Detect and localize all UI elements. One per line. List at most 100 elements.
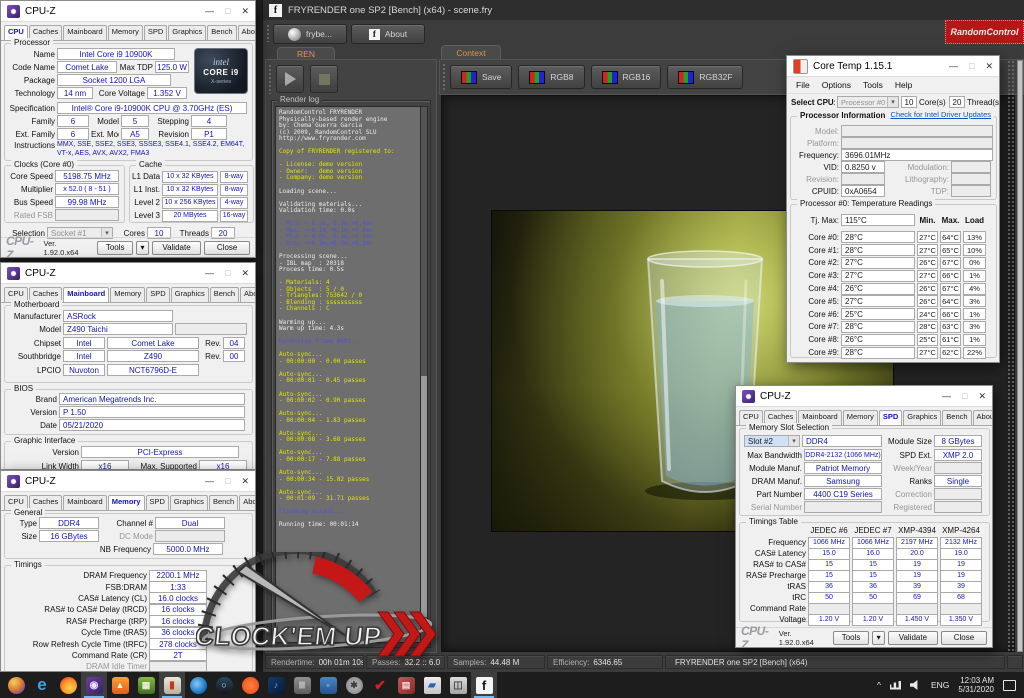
edge-icon[interactable]: e (29, 672, 55, 698)
music-app-icon[interactable]: ♪ (263, 672, 289, 698)
tools-button[interactable]: Tools (833, 631, 870, 645)
close-button[interactable]: ✕ (985, 61, 993, 72)
blue-tile-app-icon[interactable]: ▰ (419, 672, 445, 698)
cpuz-tab[interactable]: About (240, 287, 256, 302)
cpuz-tab[interactable]: SPD (146, 287, 169, 302)
tools-button[interactable]: Tools (97, 241, 133, 255)
close-button[interactable]: ✕ (241, 476, 249, 487)
about-button[interactable]: f About (351, 24, 425, 44)
minimize-button[interactable]: — (205, 6, 214, 16)
tools-dropdown-arrow[interactable]: ▾ (136, 241, 148, 255)
clock[interactable]: 12:03 AM 5/31/2020 (958, 676, 994, 694)
maximize-button[interactable]: □ (969, 61, 974, 71)
cpuz-tab[interactable]: Graphics (168, 25, 206, 40)
frybench-button[interactable]: frybe... (273, 24, 347, 44)
cpuz-tab[interactable]: Memory (108, 495, 145, 510)
cpuz-tab[interactable]: Mainboard (63, 25, 106, 40)
maximize-button[interactable]: □ (225, 476, 230, 486)
cpuz-tab[interactable]: Bench (942, 410, 971, 425)
driver-updates-link[interactable]: Check for Intel Driver Updates (888, 110, 994, 119)
gpuz-icon[interactable]: ▦ (133, 672, 159, 698)
title-bar[interactable]: CPU-Z —□✕ (736, 386, 992, 407)
cpuz-tab[interactable]: Bench (207, 25, 236, 40)
paint-app-icon[interactable] (3, 672, 29, 698)
cpuz-tab[interactable]: Memory (843, 410, 878, 425)
cpuz-tab[interactable]: SPD (146, 495, 169, 510)
context-drag-handle[interactable] (442, 63, 447, 91)
rgb16-button[interactable]: RGB16 (591, 65, 662, 89)
toolbar-drag-handle[interactable] (266, 24, 271, 42)
fryrender-title-bar[interactable]: f FRYRENDER one SP2 [Bench] (x64) - scen… (263, 0, 1024, 20)
close-button[interactable]: Close (204, 241, 250, 255)
close-button[interactable]: ✕ (241, 6, 249, 17)
cpuz-tab[interactable]: About (239, 495, 256, 510)
tray-chevron-icon[interactable]: ^ (877, 680, 881, 690)
coretemp-taskbar-icon[interactable]: ▮ (159, 672, 185, 698)
speaker-icon[interactable] (910, 680, 922, 690)
steam-icon[interactable]: ○ (211, 672, 237, 698)
tools-dropdown-arrow[interactable]: ▾ (872, 631, 885, 645)
tab-context[interactable]: Context (441, 45, 501, 59)
render-start-button[interactable] (276, 65, 304, 93)
rgb8-button[interactable]: RGB8 (518, 65, 584, 89)
menu-options[interactable]: Options (817, 79, 856, 91)
action-center-icon[interactable] (1003, 680, 1016, 691)
cpuz-tab[interactable]: SPD (144, 25, 167, 40)
cpuz-tab[interactable]: About (973, 410, 993, 425)
maximize-button[interactable]: □ (962, 391, 967, 401)
red-check-app-icon[interactable]: ✔ (367, 672, 393, 698)
close-button[interactable]: Close (941, 631, 987, 645)
cpu-selector[interactable]: Processor #0 (837, 96, 899, 108)
network-icon[interactable] (890, 681, 901, 690)
close-button[interactable]: ✕ (978, 391, 986, 402)
cpuz-tab[interactable]: Memory (110, 287, 145, 302)
red-app-icon[interactable]: ▤ (393, 672, 419, 698)
cpuz-tab[interactable]: Memory (108, 25, 143, 40)
origin-icon[interactable] (237, 672, 263, 698)
slot-selector[interactable]: Slot #2 (744, 435, 800, 447)
module-size-field: 8 GBytes (934, 435, 982, 447)
cpuz-tab[interactable]: Bench (209, 495, 238, 510)
cpuz-tab[interactable]: About (238, 25, 256, 40)
rgb32f-button[interactable]: RGB32F (667, 65, 743, 89)
minimize-button[interactable]: — (942, 391, 951, 401)
maximize-button[interactable]: □ (225, 268, 230, 278)
minimize-button[interactable]: — (205, 268, 214, 278)
fryrender-swirl-icon[interactable] (185, 672, 211, 698)
cpuz-taskbar-icon[interactable]: ◉ (81, 672, 107, 698)
pane-drag-handle[interactable] (268, 64, 273, 94)
menu-tools[interactable]: Tools (858, 79, 888, 91)
save-button[interactable]: Save (450, 65, 512, 89)
cpuz-tab[interactable]: Mainboard (63, 287, 109, 302)
context-scrollbar[interactable] (1017, 60, 1023, 652)
monitor-app-icon[interactable]: ▫ (315, 672, 341, 698)
minimize-button[interactable]: — (949, 61, 958, 71)
cpuz-tab[interactable]: Bench (210, 287, 239, 302)
validate-button[interactable]: Validate (888, 631, 938, 645)
storage-app-icon[interactable]: ◫ (445, 672, 471, 698)
cpuz-tab[interactable]: Graphics (170, 495, 208, 510)
tab-ren[interactable]: REN (277, 47, 335, 59)
language-indicator[interactable]: ENG (931, 680, 949, 690)
title-bar[interactable]: CPU-Z —□✕ (1, 1, 255, 22)
hwmonitor-icon[interactable]: ▲ (107, 672, 133, 698)
minimize-button[interactable]: — (205, 476, 214, 486)
cpuz-tab[interactable]: Graphics (171, 287, 209, 302)
firefox-icon[interactable] (55, 672, 81, 698)
menu-help[interactable]: Help (890, 79, 917, 91)
settings-app-icon[interactable]: ✱ (341, 672, 367, 698)
right-drag-handle[interactable] (1007, 60, 1015, 652)
cpuz-tab[interactable]: Graphics (903, 410, 941, 425)
menu-file[interactable]: File (791, 79, 815, 91)
maximize-button[interactable]: □ (225, 6, 230, 16)
cpuz-tab[interactable]: SPD (879, 410, 902, 425)
title-bar[interactable]: Core Temp 1.15.1 —□✕ (787, 56, 999, 77)
render-stop-button[interactable] (310, 65, 338, 93)
title-bar[interactable]: CPU-Z —□✕ (1, 263, 255, 284)
mixer-app-icon[interactable]: ||| (289, 672, 315, 698)
cpuz-tab[interactable]: Mainboard (63, 495, 106, 510)
validate-button[interactable]: Validate (152, 241, 202, 255)
fryrender-taskbar-icon[interactable]: f (471, 672, 497, 698)
title-bar[interactable]: CPU-Z —□✕ (1, 471, 255, 492)
close-button[interactable]: ✕ (241, 268, 249, 279)
